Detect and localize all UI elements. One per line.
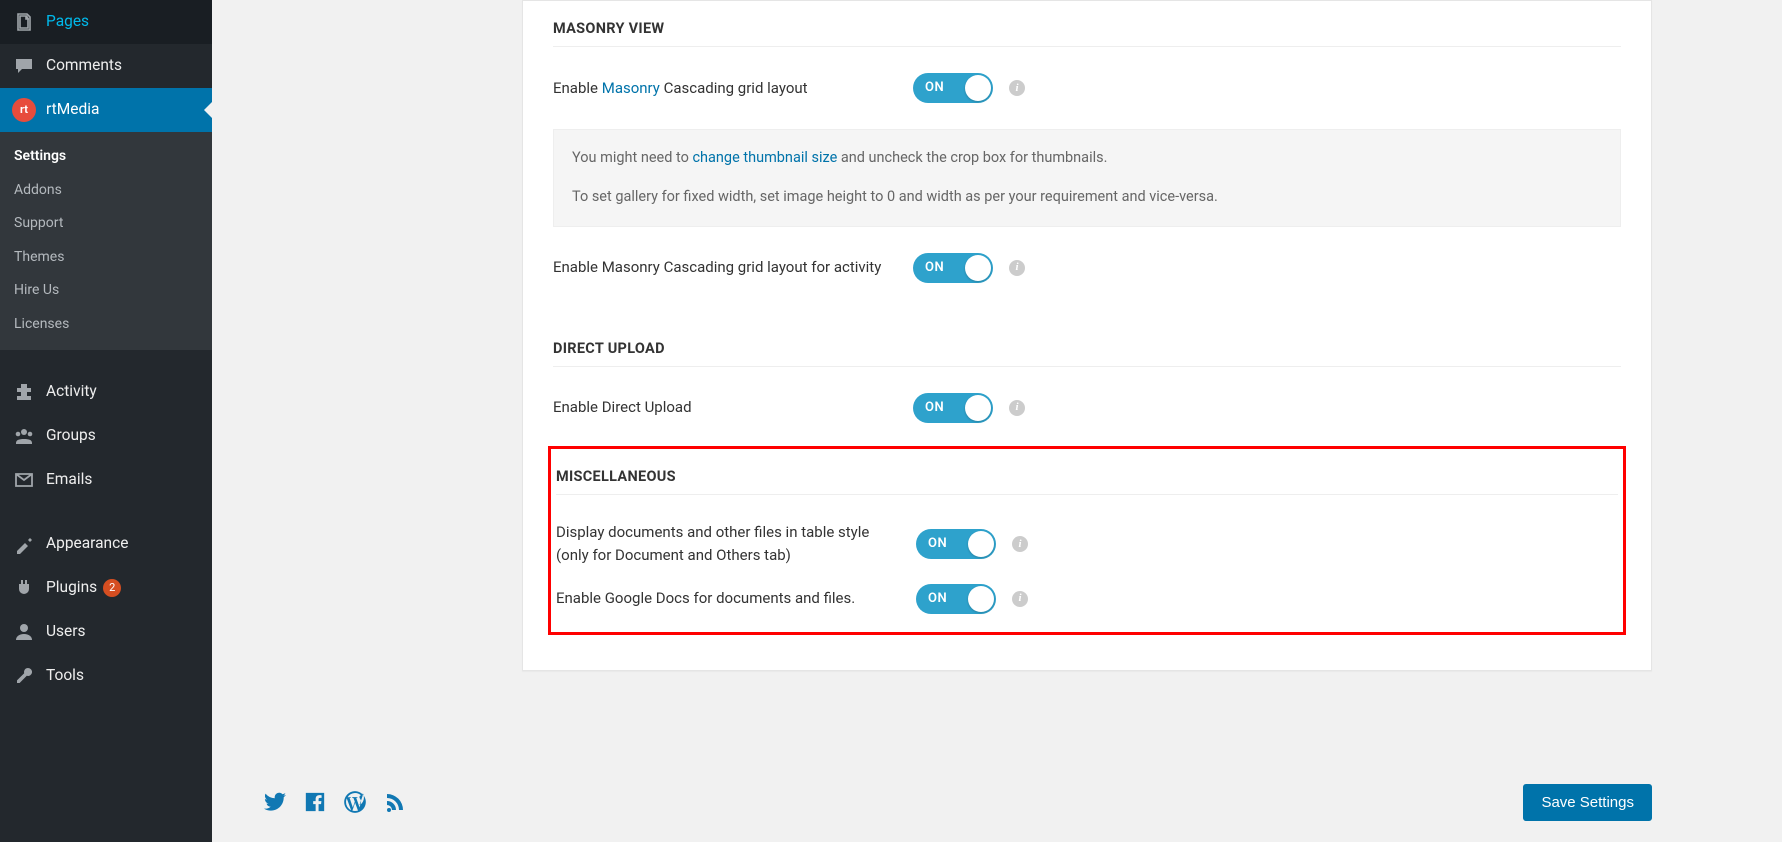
sidebar-sub-support[interactable]: Support — [0, 207, 212, 241]
activity-icon — [12, 380, 36, 404]
wordpress-icon[interactable] — [342, 789, 368, 815]
toggle-knob — [968, 586, 994, 612]
section-heading-direct-upload: Direct Upload — [553, 321, 1621, 367]
setting-label: Display documents and other files in tab… — [556, 521, 916, 568]
info-icon[interactable]: i — [1012, 591, 1028, 607]
plugins-update-badge: 2 — [103, 579, 121, 597]
sidebar-item-label: Groups — [46, 425, 96, 447]
settings-card: Masonry View Enable Masonry Cascading gr… — [522, 0, 1652, 671]
save-settings-button[interactable]: Save Settings — [1523, 784, 1652, 821]
sidebar-item-label: Appearance — [46, 533, 128, 555]
comment-icon — [12, 54, 36, 78]
main-content: Masonry View Enable Masonry Cascading gr… — [212, 0, 1782, 842]
info-icon[interactable]: i — [1012, 536, 1028, 552]
sidebar-item-plugins[interactable]: Plugins 2 — [0, 566, 212, 610]
sidebar-item-rtmedia[interactable]: rt rtMedia — [0, 88, 212, 132]
sidebar-sub-addons[interactable]: Addons — [0, 174, 212, 208]
pages-icon — [12, 10, 36, 34]
sidebar-item-label: Users — [46, 621, 86, 643]
admin-sidebar: Pages Comments rt rtMedia Settings Addon… — [0, 0, 212, 842]
toggle-state-label: ON — [928, 535, 947, 553]
sidebar-item-label: Activity — [46, 381, 97, 403]
masonry-link[interactable]: Masonry — [602, 79, 660, 97]
sidebar-item-label: Emails — [46, 469, 92, 491]
section-masonry: Masonry View Enable Masonry Cascading gr… — [523, 1, 1651, 291]
tools-icon — [12, 664, 36, 688]
users-icon — [12, 620, 36, 644]
sidebar-item-label: Comments — [46, 55, 122, 77]
row-enable-direct-upload: Enable Direct Upload ON i — [553, 385, 1621, 431]
rss-icon[interactable] — [382, 789, 408, 815]
appearance-icon — [12, 532, 36, 556]
row-enable-masonry: Enable Masonry Cascading grid layout ON … — [553, 65, 1621, 111]
groups-icon — [12, 424, 36, 448]
row-enable-google-docs: Enable Google Docs for documents and fil… — [556, 576, 1618, 622]
toggle-masonry-activity[interactable]: ON — [913, 253, 993, 283]
setting-label: Enable Masonry Cascading grid layout — [553, 77, 913, 100]
sidebar-item-label: rtMedia — [46, 99, 99, 121]
section-heading-masonry: Masonry View — [553, 1, 1621, 47]
sidebar-sub-themes[interactable]: Themes — [0, 241, 212, 275]
sidebar-item-tools[interactable]: Tools — [0, 654, 212, 698]
sidebar-item-label: Tools — [46, 665, 84, 687]
highlight-miscellaneous: Miscellaneous Display documents and othe… — [548, 446, 1626, 635]
row-display-docs-table: Display documents and other files in tab… — [556, 513, 1618, 576]
setting-label: Enable Google Docs for documents and fil… — [556, 587, 916, 610]
sidebar-item-pages[interactable]: Pages — [0, 0, 212, 44]
setting-label: Enable Masonry Cascading grid layout for… — [553, 256, 913, 279]
sidebar-item-activity[interactable]: Activity — [0, 370, 212, 414]
sidebar-item-groups[interactable]: Groups — [0, 414, 212, 458]
sidebar-item-appearance[interactable]: Appearance — [0, 522, 212, 566]
email-icon — [12, 468, 36, 492]
rtmedia-icon: rt — [12, 98, 36, 122]
section-heading-miscellaneous: Miscellaneous — [556, 449, 1618, 495]
sidebar-item-emails[interactable]: Emails — [0, 458, 212, 502]
info-icon[interactable]: i — [1009, 400, 1025, 416]
plugins-icon — [12, 576, 36, 600]
toggle-knob — [965, 395, 991, 421]
facebook-icon[interactable] — [302, 789, 328, 815]
sidebar-item-comments[interactable]: Comments — [0, 44, 212, 88]
change-thumbnail-link[interactable]: change thumbnail size — [692, 149, 837, 166]
toggle-docs-table[interactable]: ON — [916, 529, 996, 559]
sidebar-submenu-rtmedia: Settings Addons Support Themes Hire Us L… — [0, 132, 212, 350]
setting-label: Enable Direct Upload — [553, 396, 913, 419]
toggle-knob — [965, 255, 991, 281]
masonry-note-box: You might need to change thumbnail size … — [553, 129, 1621, 226]
toggle-state-label: ON — [925, 259, 944, 277]
sidebar-sub-settings[interactable]: Settings — [0, 140, 212, 174]
twitter-icon[interactable] — [262, 789, 288, 815]
sidebar-item-label: Plugins — [46, 577, 97, 599]
section-direct-upload: Direct Upload Enable Direct Upload ON i — [523, 321, 1651, 431]
toggle-knob — [968, 531, 994, 557]
toggle-state-label: ON — [925, 79, 944, 97]
footer-bar: Save Settings — [232, 772, 1762, 832]
toggle-state-label: ON — [925, 399, 944, 417]
toggle-knob — [965, 75, 991, 101]
sidebar-sub-hireus[interactable]: Hire Us — [0, 274, 212, 308]
sidebar-sub-licenses[interactable]: Licenses — [0, 308, 212, 342]
footer-social-icons — [262, 789, 408, 815]
toggle-google-docs[interactable]: ON — [916, 584, 996, 614]
row-enable-masonry-activity: Enable Masonry Cascading grid layout for… — [553, 245, 1621, 291]
sidebar-item-label: Pages — [46, 11, 89, 33]
toggle-masonry[interactable]: ON — [913, 73, 993, 103]
info-icon[interactable]: i — [1009, 260, 1025, 276]
sidebar-item-users[interactable]: Users — [0, 610, 212, 654]
toggle-state-label: ON — [928, 590, 947, 608]
toggle-direct-upload[interactable]: ON — [913, 393, 993, 423]
info-icon[interactable]: i — [1009, 80, 1025, 96]
